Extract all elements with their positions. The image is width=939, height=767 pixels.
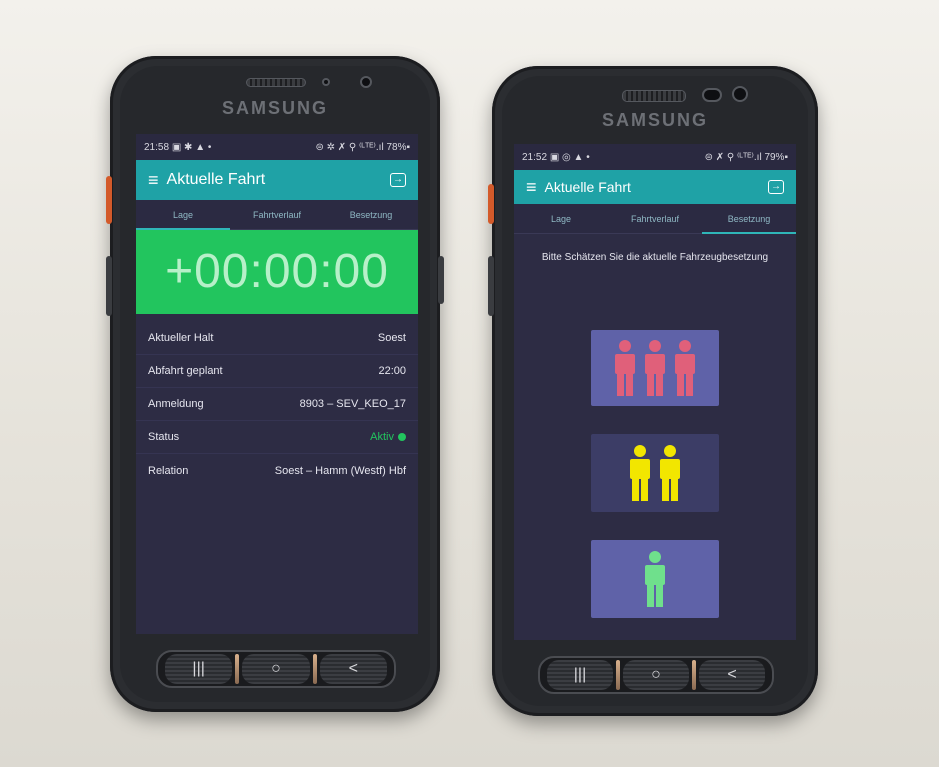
tab-besetzung[interactable]: Besetzung (324, 200, 418, 229)
tab-besetzung[interactable]: Besetzung (702, 204, 796, 234)
info-row-registration: Anmeldung 8903 – SEV_KEO_17 (136, 388, 418, 421)
left-nav-keys: ||| ○ < (156, 650, 396, 688)
right-nav-keys: ||| ○ < (538, 656, 774, 694)
right-status-icons: ▣ ◎ ▲ • (549, 151, 590, 163)
recents-icon[interactable]: ||| (165, 654, 233, 684)
left-phone-side-key[interactable] (106, 176, 112, 224)
back-icon[interactable]: < (319, 654, 387, 684)
left-phone-brand: SAMSUNG (221, 98, 328, 118)
right-status-bar: 21:52 ▣ ◎ ▲ • ⊜ ✗ ⚲ ⁽ᴸᵀᴱ⁾.ıl 79%▪ (514, 144, 796, 170)
info-row-planned-departure: Abfahrt geplant 22:00 (136, 355, 418, 388)
nav-divider (312, 654, 317, 684)
right-phone: SAMSUNG 21:52 ▣ ◎ ▲ • ⊜ ✗ ⚲ ⁽ᴸᵀᴱ⁾.ıl 79%… (488, 66, 818, 716)
info-label: Anmeldung (148, 398, 204, 410)
info-value: 22:00 (378, 365, 406, 377)
tab-fahrtverlauf[interactable]: Fahrtverlauf (608, 204, 702, 233)
status-badge: Aktiv (370, 431, 394, 443)
logout-icon[interactable]: → (768, 180, 784, 194)
info-row-status: Status Aktiv (136, 421, 418, 454)
right-status-right: ⊜ ✗ ⚲ ⁽ᴸᵀᴱ⁾.ıl 79%▪ (704, 151, 788, 163)
hamburger-menu-icon[interactable]: ≡ (526, 177, 537, 198)
three-persons-icon (615, 340, 695, 396)
right-phone-camera-icon (732, 86, 748, 102)
two-persons-icon (630, 445, 680, 501)
info-label: Relation (148, 464, 189, 477)
info-value: 8903 – SEV_KEO_17 (299, 398, 406, 410)
right-tab-bar: Lage Fahrtverlauf Besetzung (514, 204, 796, 234)
left-phone-screen: 21:58 ▣ ✱ ▲ • ⊜ ✲ ✗ ⚲ ⁽ᴸᵀᴱ⁾.ıl 78%▪ ≡ Ak… (136, 134, 418, 634)
occupancy-prompt: Bitte Schätzen Sie die aktuelle Fahrzeug… (541, 252, 769, 263)
info-value: Soest – Hamm (Westf) Hbf (274, 464, 406, 477)
left-tab-bar: Lage Fahrtverlauf Besetzung (136, 200, 418, 230)
left-phone-earpiece (246, 78, 306, 87)
nav-divider (235, 654, 240, 684)
left-status-bar: 21:58 ▣ ✱ ▲ • ⊜ ✲ ✗ ⚲ ⁽ᴸᵀᴱ⁾.ıl 78%▪ (136, 134, 418, 160)
nav-divider (616, 660, 620, 690)
left-phone-volume-key[interactable] (106, 256, 112, 316)
status-dot-icon (398, 433, 406, 442)
tab-fahrtverlauf[interactable]: Fahrtverlauf (230, 200, 324, 229)
delay-timer: +00:00:00 (136, 230, 418, 314)
info-value: Soest (377, 332, 406, 344)
occupancy-high-button[interactable] (591, 330, 719, 406)
info-label: Abfahrt geplant (148, 365, 223, 377)
recents-icon[interactable]: ||| (547, 660, 613, 690)
right-app-bar: ≡ Aktuelle Fahrt → (514, 170, 796, 204)
right-phone-brand: SAMSUNG (601, 110, 708, 130)
cropped-caption-strip (96, 0, 616, 16)
left-status-icons: ▣ ✱ ▲ • (171, 141, 212, 153)
right-status-time: 21:52 (522, 151, 548, 163)
info-row-current-stop: Aktueller Halt Soest (136, 322, 418, 355)
right-phone-side-key[interactable] (488, 184, 494, 224)
info-label: Status (148, 431, 180, 443)
home-icon[interactable]: ○ (242, 654, 310, 684)
left-phone-camera-icon (360, 76, 372, 88)
nav-divider (692, 660, 696, 690)
tab-lage[interactable]: Lage (514, 204, 608, 233)
left-phone-power-key[interactable] (438, 256, 444, 304)
tab-lage[interactable]: Lage (136, 200, 230, 230)
right-phone-volume-key[interactable] (488, 256, 494, 316)
left-app-title: Aktuelle Fahrt (166, 171, 266, 188)
right-phone-screen: 21:52 ▣ ◎ ▲ • ⊜ ✗ ⚲ ⁽ᴸᵀᴱ⁾.ıl 79%▪ ≡ Aktu… (514, 144, 796, 640)
right-app-title: Aktuelle Fahrt (544, 179, 631, 195)
left-status-right: ⊜ ✲ ✗ ⚲ ⁽ᴸᵀᴱ⁾.ıl 78%▪ (315, 141, 410, 153)
right-phone-sensor-icon (702, 88, 722, 102)
info-label: Aktueller Halt (148, 332, 214, 344)
back-icon[interactable]: < (699, 660, 765, 690)
occupancy-low-button[interactable] (591, 540, 719, 618)
hamburger-menu-icon[interactable]: ≡ (148, 170, 159, 191)
occupancy-medium-button[interactable] (591, 434, 719, 512)
left-phone: SAMSUNG 21:58 ▣ ✱ ▲ • ⊜ ✲ ✗ ⚲ ⁽ᴸᵀᴱ⁾.ıl 7… (106, 56, 444, 712)
one-person-icon (645, 551, 665, 607)
left-phone-sensor-icon (322, 78, 330, 86)
info-row-relation: Relation Soest – Hamm (Westf) Hbf (136, 454, 418, 487)
logout-icon[interactable]: → (390, 173, 406, 187)
left-status-time: 21:58 (144, 141, 170, 153)
right-phone-earpiece (622, 90, 686, 102)
home-icon[interactable]: ○ (623, 660, 689, 690)
left-app-bar: ≡ Aktuelle Fahrt → (136, 160, 418, 200)
